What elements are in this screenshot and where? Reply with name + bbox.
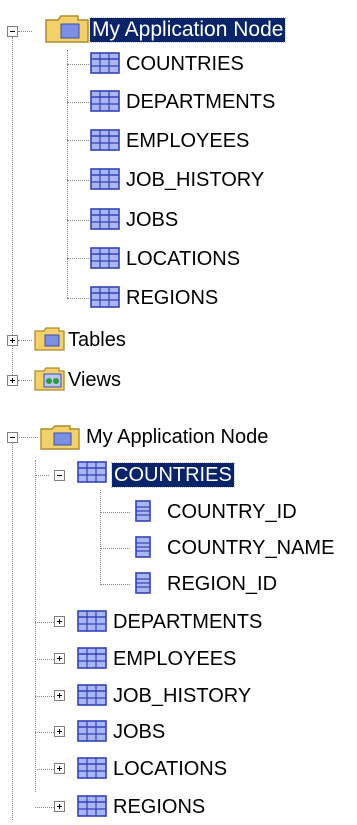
table-icon (76, 794, 110, 825)
table-label: LOCATIONS (113, 758, 228, 780)
tree-item[interactable]: LOCATIONS (124, 244, 242, 274)
column-icon (132, 535, 154, 566)
table-icon (76, 756, 110, 787)
table-label: EMPLOYEES (113, 648, 237, 670)
tree2-root-label[interactable]: My Application Node (84, 425, 270, 449)
collapse-toggle[interactable] (7, 26, 18, 37)
table-icon (89, 128, 123, 159)
expand-toggle[interactable] (54, 726, 65, 737)
column-label: COUNTRY_NAME (167, 537, 335, 559)
tree-item[interactable]: COUNTRY_ID (165, 497, 299, 527)
folder-icon (45, 15, 89, 43)
folder-icon (40, 425, 80, 450)
table-icon (89, 285, 123, 316)
tree-item[interactable]: COUNTRY_NAME (165, 533, 336, 563)
folder-icon (34, 327, 65, 351)
table-label: JOB_HISTORY (126, 169, 265, 191)
table-icon (76, 646, 110, 677)
expand-toggle[interactable] (7, 335, 18, 346)
table-label: DEPARTMENTS (113, 611, 263, 633)
tree-item[interactable]: REGIONS (111, 792, 207, 822)
tree-item[interactable]: DEPARTMENTS (111, 607, 264, 637)
collapse-toggle[interactable] (54, 470, 65, 481)
column-icon (132, 499, 154, 530)
expand-toggle[interactable] (7, 375, 18, 386)
tree-item[interactable]: REGION_ID (165, 569, 279, 599)
tree-item[interactable]: LOCATIONS (111, 754, 229, 784)
table-icon (89, 89, 123, 120)
table-icon (76, 683, 110, 714)
tree-item[interactable]: EMPLOYEES (124, 126, 251, 156)
expand-toggle[interactable] (54, 763, 65, 774)
table-label: EMPLOYEES (126, 130, 250, 152)
tree-item[interactable]: JOBS (111, 717, 167, 747)
table-label: COUNTRIES (126, 53, 244, 75)
collapse-toggle[interactable] (7, 432, 18, 443)
table-label: JOBS (126, 209, 179, 231)
tree-item[interactable]: JOB_HISTORY (124, 165, 266, 195)
tree-item[interactable]: REGIONS (124, 283, 220, 313)
table-label: REGIONS (113, 796, 206, 818)
tables-folder-label[interactable]: Tables (66, 328, 128, 352)
table-label: LOCATIONS (126, 248, 241, 270)
tree1-root-label[interactable]: My Application Node (88, 17, 287, 43)
table-icon (89, 167, 123, 198)
column-icon (132, 571, 154, 602)
expand-toggle[interactable] (54, 616, 65, 627)
table-label: JOB_HISTORY (113, 685, 252, 707)
table-icon (76, 609, 110, 640)
column-label: COUNTRY_ID (167, 501, 297, 523)
expand-toggle[interactable] (54, 690, 65, 701)
table-icon (89, 207, 123, 238)
tree-item[interactable]: JOBS (124, 205, 180, 235)
view-icon (34, 367, 65, 391)
countries-table-label[interactable]: COUNTRIES (111, 462, 235, 488)
expand-toggle[interactable] (54, 801, 65, 812)
table-icon (89, 246, 123, 277)
tree-item[interactable]: JOB_HISTORY (111, 681, 253, 711)
table-label: JOBS (113, 721, 166, 743)
table-icon (89, 51, 123, 82)
table-icon (76, 719, 110, 750)
table-icon (77, 461, 107, 483)
views-folder-label[interactable]: Views (66, 368, 123, 392)
column-label: REGION_ID (167, 573, 278, 595)
expand-toggle[interactable] (54, 653, 65, 664)
table-label: REGIONS (126, 287, 219, 309)
tree-item[interactable]: EMPLOYEES (111, 644, 238, 674)
tree-item[interactable]: DEPARTMENTS (124, 87, 277, 117)
tree-item[interactable]: COUNTRIES (124, 49, 246, 79)
table-label: DEPARTMENTS (126, 91, 276, 113)
